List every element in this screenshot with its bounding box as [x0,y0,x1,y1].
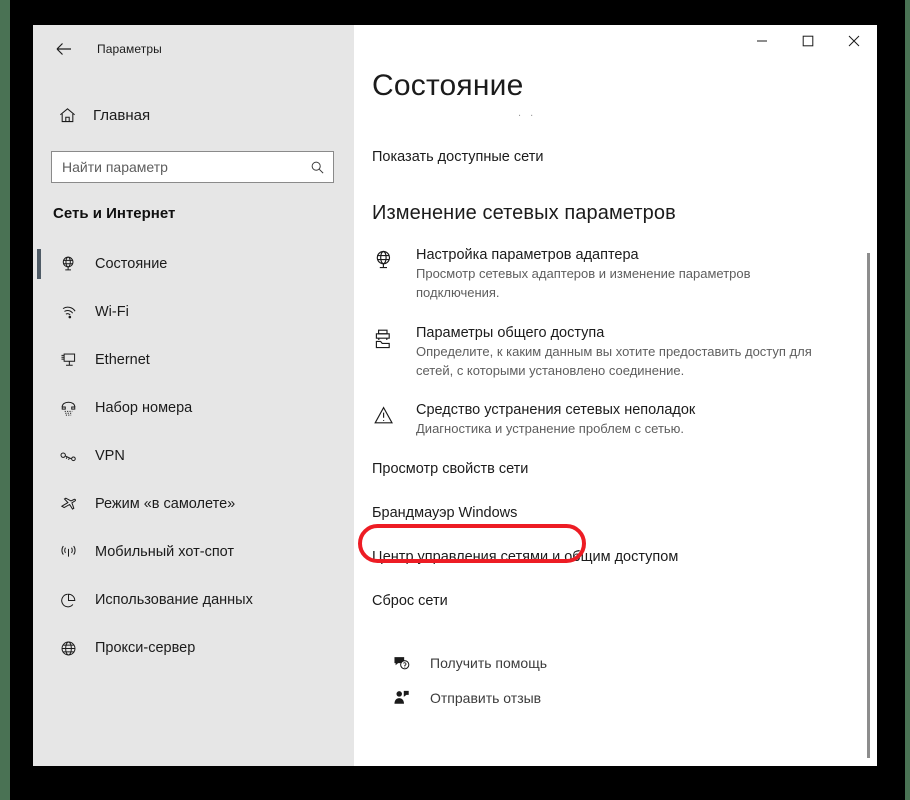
sidebar-item-label: Мобильный хот-спот [95,544,235,560]
feature-network-troubleshooter[interactable]: Средство устранения сетевых неполадок Ди… [372,402,877,439]
screenshot-root: Параметры Главная Найти параметр Сеть и … [0,0,910,800]
sidebar-item-label: VPN [95,448,125,464]
feature-description: Просмотр сетевых адаптеров и изменение п… [416,266,751,300]
hotspot-icon [51,543,85,562]
sidebar-item-mobile-hotspot[interactable]: Мобильный хот-спот [33,528,354,576]
feature-text: Средство устранения сетевых неполадок Ди… [416,402,695,439]
search-input[interactable] [62,159,310,175]
capture-edge-left [0,0,10,800]
get-help-label: Получить помощь [430,654,548,671]
feature-list: Настройка параметров адаптера Просмотр с… [372,247,877,439]
send-feedback-row[interactable]: Отправить отзыв [392,688,877,707]
selection-indicator [37,249,41,279]
globe-icon [51,639,85,658]
search-icon[interactable] [310,160,325,175]
sidebar-item-label: Ethernet [95,352,150,368]
sidebar-item-status[interactable]: Состояние [33,240,354,288]
search-box[interactable] [51,151,334,183]
vpn-key-icon [51,447,85,466]
feature-title: Настройка параметров адаптера [416,247,639,263]
sidebar-item-label: Wi-Fi [95,304,129,320]
link-network-sharing-center[interactable]: Центр управления сетями и общим доступом [372,549,678,565]
sidebar-item-label: Использование данных [95,592,253,608]
feature-description: Диагностика и устранение проблем с сетью… [416,421,685,437]
sidebar-item-vpn[interactable]: VPN [33,432,354,480]
dialup-phone-icon [51,399,85,418]
scrollbar-thumb[interactable] [867,253,870,758]
home-icon [49,106,85,125]
link-windows-firewall[interactable]: Брандмауэр Windows [372,505,517,521]
adapter-globe-icon [372,247,416,303]
sidebar-nav-list: Состояние Wi-Fi Ethernet Набор номера VP… [33,240,354,672]
show-available-networks-link[interactable]: Показать доступные сети [372,149,543,165]
back-arrow-icon[interactable] [43,33,85,65]
feature-sharing-options[interactable]: Параметры общего доступа Определите, к к… [372,325,877,381]
warning-triangle-icon [372,402,416,439]
ghost-artifact: . . [518,107,537,119]
help-block: Получить помощь Отправить отзыв [392,653,877,707]
sidebar-item-dialup[interactable]: Набор номера [33,384,354,432]
sidebar-titlebar: Параметры [33,25,354,73]
feature-adapter-options[interactable]: Настройка параметров адаптера Просмотр с… [372,247,877,303]
link-view-network-properties[interactable]: Просмотр свойств сети [372,461,528,477]
page-title: Состояние [372,69,524,102]
feature-title: Средство устранения сетевых неполадок [416,402,696,419]
sidebar-item-home[interactable]: Главная [33,95,354,135]
sidebar-item-label: Набор номера [95,400,193,416]
feature-description: Определите, к каким данным вы хотите пре… [416,343,812,378]
sidebar: Параметры Главная Найти параметр Сеть и … [33,25,354,766]
window-controls [739,25,877,57]
feature-text: Параметры общего доступа Определите, к к… [416,325,836,381]
main-content: Состояние . . Показать доступные сети Из… [354,25,877,766]
wifi-icon [51,303,85,322]
link-network-reset[interactable]: Сброс сети [372,593,448,609]
sidebar-item-data-usage[interactable]: Использование данных [33,576,354,624]
pie-chart-icon [51,591,85,610]
sidebar-home-label: Главная [93,106,151,124]
app-title: Параметры [97,42,162,56]
sidebar-item-wifi[interactable]: Wi-Fi [33,288,354,336]
get-help-row[interactable]: Получить помощь [392,653,877,672]
feature-text: Настройка параметров адаптера Просмотр с… [416,247,836,303]
change-network-settings-heading: Изменение сетевых параметров [372,202,676,224]
sidebar-item-label: Прокси-сервер [95,640,196,656]
vertical-scrollbar[interactable] [862,25,874,766]
settings-window: Параметры Главная Найти параметр Сеть и … [33,25,877,766]
network-links: Просмотр свойств сети Брандмауэр Windows… [372,461,877,609]
sidebar-item-label: Режим «в самолете» [95,496,236,512]
help-chat-icon [392,653,430,672]
main-inner: Состояние . . Показать доступные сети Из… [354,25,877,707]
sharing-folder-icon [372,325,416,381]
sidebar-item-ethernet[interactable]: Ethernet [33,336,354,384]
sidebar-section-title: Сеть и Интернет [53,205,176,222]
send-feedback-label: Отправить отзыв [430,689,542,706]
airplane-icon [51,495,85,514]
ethernet-icon [51,351,85,370]
sidebar-item-proxy[interactable]: Прокси-сервер [33,624,354,672]
maximize-button[interactable] [785,25,831,57]
minimize-button[interactable] [739,25,785,57]
sidebar-item-label: Состояние [95,256,168,272]
feature-title: Параметры общего доступа [416,324,605,341]
sidebar-item-airplane-mode[interactable]: Режим «в самолете» [33,480,354,528]
globe-monitor-icon [51,255,85,274]
feedback-person-icon [392,688,430,707]
capture-edge-right [905,0,910,800]
